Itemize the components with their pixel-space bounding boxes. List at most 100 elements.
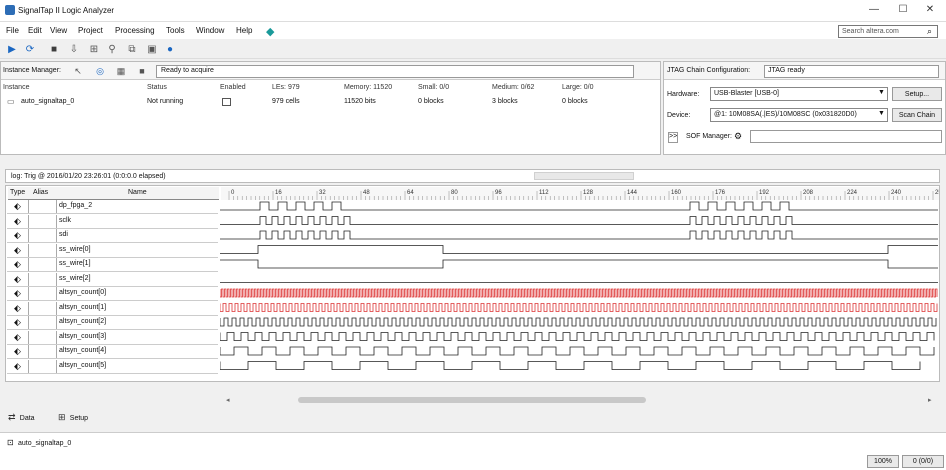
instance-manager-label: Instance Manager: (3, 67, 61, 74)
signal-row[interactable]: ⬖ altsyn_count[5] (7, 359, 218, 374)
menu-processing[interactable]: Processing (115, 26, 155, 35)
minimize-button[interactable]: — (864, 4, 884, 18)
instance-stop-icon[interactable]: ■ (136, 65, 148, 77)
hierarchy-panel: ⊡ auto_signaltap_0 (0, 432, 946, 470)
signal-row[interactable]: ⬖ altsyn_count[3] (7, 330, 218, 345)
search-input[interactable]: Search altera.com (838, 25, 938, 38)
signal-row[interactable]: ⬖ sclk (7, 214, 218, 229)
signal-row[interactable]: ⬖ altsyn_count[0] (7, 287, 218, 301)
signal-trace (220, 216, 938, 225)
signal-name: altsyn_count[1] (59, 303, 107, 311)
signal-name: ss_wire[1] (59, 260, 91, 267)
menu-help[interactable]: Help (236, 26, 252, 35)
ruler-tick-label: 160 (671, 190, 682, 196)
search-placeholder: Search altera.com (842, 28, 899, 35)
menu-tools[interactable]: Tools (166, 26, 185, 35)
signal-type-icon: ⬖ (7, 287, 29, 300)
search-icon[interactable]: ⌕ (927, 26, 932, 37)
menu-edit[interactable]: Edit (28, 26, 42, 35)
toolbar: ▶ ⟳ ■ ⇩ ⊞ ⚲ ⧉ ▣ ● (0, 41, 946, 59)
col-large: Large: 0/0 (562, 84, 594, 91)
jtag-panel: JTAG Chain Configuration: JTAG ready Har… (663, 61, 946, 155)
signal-name: dp_fpga_2 (59, 202, 93, 209)
signal-name: altsyn_count[3] (59, 332, 107, 340)
sof-label: SOF Manager: (686, 133, 732, 140)
signal-trace (220, 288, 938, 298)
signal-table-header: Type Alias Name (8, 187, 219, 200)
scan-chain-button[interactable]: Scan Chain (892, 108, 942, 122)
col-status: Status (147, 84, 167, 91)
save-icon[interactable]: ▣ (146, 44, 158, 56)
log-bar: log: Trig @ 2016/01/20 23:26:01 (0:0:0.0… (5, 169, 940, 183)
globe-icon[interactable]: ● (164, 44, 176, 56)
binoculars-icon[interactable]: ⚲ (106, 44, 118, 56)
signal-name: altsyn_count[2] (59, 318, 107, 325)
instance-row[interactable]: ▭ auto_signaltap_0 Not running 979 cells… (1, 96, 660, 109)
horizontal-scrollbar[interactable] (298, 397, 646, 403)
signal-row[interactable]: ⬖ sdi (7, 229, 218, 243)
signal-alias (29, 330, 57, 344)
instance-table-header: Instance Status Enabled LEs: 979 Memory:… (1, 84, 660, 96)
signal-type-icon: ⬖ (7, 214, 29, 228)
help-icon[interactable]: ◆ (266, 25, 274, 38)
sof-file-field[interactable] (750, 130, 942, 143)
setup-tab-label: Setup (69, 415, 89, 422)
signal-type-icon: ⬖ (7, 243, 29, 257)
signal-row[interactable]: ⬖ ss_wire[1] (7, 258, 218, 272)
signal-name: ss_wire[2] (59, 274, 91, 282)
signal-row[interactable]: ⬖ dp_fpga_2 (7, 200, 218, 214)
signal-alias (29, 359, 57, 373)
menu-window[interactable]: Window (196, 26, 224, 35)
signal-row[interactable]: ⬖ ss_wire[0] (7, 243, 218, 258)
device-dropdown-icon[interactable]: ▼ (878, 110, 885, 117)
menu-view[interactable]: View (50, 26, 67, 35)
hierarchy-item[interactable]: auto_signaltap_0 (18, 440, 71, 447)
signal-name: altsyn_count[0] (59, 289, 107, 296)
signal-trace (220, 259, 938, 269)
signal-row[interactable]: ⬖ altsyn_count[2] (7, 316, 218, 330)
scroll-left-icon[interactable]: ◂ (226, 396, 230, 404)
run-icon[interactable]: ▶ (6, 44, 18, 56)
col-small: Small: 0/0 (418, 84, 450, 91)
close-button[interactable]: ✕ (920, 4, 940, 18)
signal-row[interactable]: ⬖ altsyn_count[1] (7, 301, 218, 316)
menu-project[interactable]: Project (78, 26, 103, 35)
signal-row[interactable]: ⬖ ss_wire[2] (7, 272, 218, 287)
setup-button[interactable]: Setup... (892, 87, 942, 101)
instance-autorun-icon[interactable]: ▦ (115, 65, 127, 77)
autorun-icon[interactable]: ⟳ (24, 44, 36, 56)
instance-status-text: Ready to acquire (161, 67, 214, 74)
jtag-label: JTAG Chain Configuration: (667, 67, 751, 74)
scroll-right-icon[interactable]: ▸ (928, 396, 932, 404)
maximize-button[interactable]: ☐ (893, 4, 913, 18)
signal-row[interactable]: ⬖ altsyn_count[4] (7, 345, 218, 359)
instance-medium: 3 blocks (492, 98, 518, 105)
hardware-select[interactable]: USB-Blaster [USB-0] (710, 87, 888, 101)
copy-icon[interactable]: ⧉ (126, 44, 138, 56)
signal-alias (29, 301, 57, 315)
col-les: LEs: 979 (272, 84, 300, 91)
log-progress (534, 172, 634, 180)
instance-run-icon[interactable]: ◎ (94, 65, 106, 77)
tab-setup[interactable]: ⊞ Setup (58, 412, 88, 424)
stop-icon[interactable]: ■ (48, 44, 60, 56)
read-data-icon[interactable]: ⇩ (68, 44, 80, 56)
hardware-dropdown-icon[interactable]: ▼ (878, 89, 885, 96)
waveform-canvas (220, 201, 938, 370)
collapse-icon[interactable]: >> (668, 132, 678, 143)
scan-icon[interactable]: ↖ (72, 65, 84, 77)
instance-name: auto_signaltap_0 (21, 98, 75, 105)
signal-type-icon: ⬖ (7, 301, 29, 315)
signal-alias (29, 345, 57, 358)
node-finder-icon[interactable]: ⊞ (88, 44, 100, 56)
signal-name: altsyn_count[5] (59, 361, 107, 369)
instance-manager-panel: Instance Manager: ↖ ◎ ▦ ■ Ready to acqui… (0, 61, 661, 155)
enabled-checkbox[interactable] (222, 98, 231, 106)
sof-icon[interactable]: ⚙ (734, 131, 742, 142)
signal-trace (220, 201, 938, 211)
signal-alias (29, 258, 57, 271)
menu-file[interactable]: File (6, 26, 19, 35)
tab-data[interactable]: ⇄ Data (8, 412, 35, 424)
signal-type-icon: ⬖ (7, 272, 29, 286)
device-select[interactable]: @1: 10M08SA(.|ES)/10M08SC (0x031820D0) (710, 108, 888, 122)
